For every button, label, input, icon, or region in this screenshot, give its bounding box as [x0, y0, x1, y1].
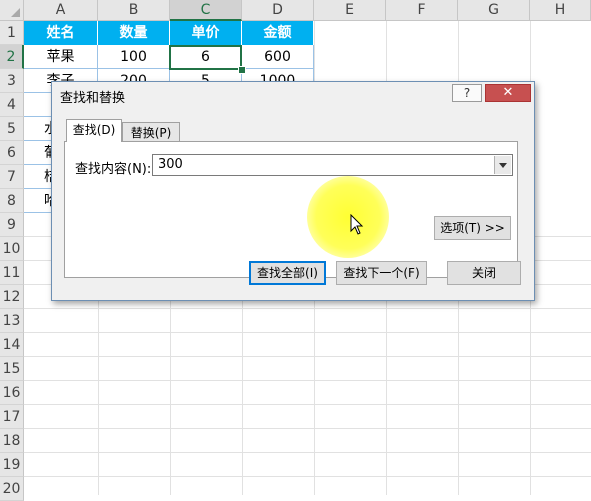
col-header-a[interactable]: A: [24, 0, 98, 21]
row-header[interactable]: 14: [0, 333, 24, 357]
table-cell[interactable]: 100: [98, 45, 170, 69]
table-header-cell[interactable]: 金额: [242, 21, 314, 45]
row-header[interactable]: 10: [0, 237, 24, 261]
col-header-e[interactable]: E: [314, 0, 386, 21]
chevron-down-icon[interactable]: [494, 156, 511, 174]
row-header[interactable]: 9: [0, 213, 24, 237]
find-what-value: 300: [158, 157, 183, 172]
row-header[interactable]: 16: [0, 381, 24, 405]
row-header[interactable]: 8: [0, 189, 24, 213]
row-header[interactable]: 2: [0, 45, 24, 69]
gridline: [24, 332, 591, 333]
options-button[interactable]: 选项(T) >>: [434, 216, 511, 240]
gridline: [24, 428, 591, 429]
col-header-c[interactable]: C: [170, 0, 242, 21]
find-all-button[interactable]: 查找全部(I): [249, 261, 326, 285]
row-header[interactable]: 12: [0, 285, 24, 309]
active-cell-border: [169, 45, 242, 70]
row-header[interactable]: 15: [0, 357, 24, 381]
mouse-pointer-icon: [350, 214, 364, 235]
find-next-button[interactable]: 查找下一个(F): [336, 261, 427, 285]
row-header[interactable]: 17: [0, 405, 24, 429]
gridline: [24, 476, 591, 477]
table-header-cell[interactable]: 单价: [170, 21, 242, 45]
find-replace-dialog: 查找和替换 ? ✕ 查找(D) 替换(P) 查找内容(N): 300 选项(T)…: [51, 81, 535, 301]
row-header[interactable]: 13: [0, 309, 24, 333]
table-header-cell[interactable]: 数量: [98, 21, 170, 45]
row-header[interactable]: 1: [0, 21, 24, 45]
row-header[interactable]: 5: [0, 117, 24, 141]
close-button[interactable]: 关闭: [447, 261, 521, 285]
table-cell[interactable]: 苹果: [24, 45, 98, 69]
col-header-h[interactable]: H: [530, 0, 591, 21]
table-cell[interactable]: 600: [242, 45, 314, 69]
gridline: [24, 380, 591, 381]
col-header-b[interactable]: B: [98, 0, 170, 21]
row-header[interactable]: 6: [0, 141, 24, 165]
col-header-d[interactable]: D: [242, 0, 314, 21]
close-icon[interactable]: ✕: [485, 84, 531, 102]
gridline: [24, 452, 591, 453]
gridline: [24, 308, 591, 309]
gridline: [24, 356, 591, 357]
fill-handle[interactable]: [238, 66, 246, 74]
row-header[interactable]: 4: [0, 93, 24, 117]
row-header[interactable]: 18: [0, 429, 24, 453]
row-header[interactable]: 3: [0, 69, 24, 93]
tab-find[interactable]: 查找(D): [66, 119, 122, 142]
col-header-g[interactable]: G: [458, 0, 530, 21]
find-what-input[interactable]: 300: [152, 154, 513, 176]
row-header[interactable]: 20: [0, 477, 24, 501]
row-header[interactable]: 19: [0, 453, 24, 477]
row-header[interactable]: 11: [0, 261, 24, 285]
dialog-title: 查找和替换: [60, 91, 126, 106]
help-button[interactable]: ?: [452, 84, 482, 102]
gridline: [24, 404, 591, 405]
find-what-label: 查找内容(N):: [75, 162, 152, 177]
row-header[interactable]: 7: [0, 165, 24, 189]
select-all-corner[interactable]: [0, 0, 24, 21]
col-header-f[interactable]: F: [386, 0, 458, 21]
table-header-cell[interactable]: 姓名: [24, 21, 98, 45]
cursor-highlight: [307, 176, 389, 258]
